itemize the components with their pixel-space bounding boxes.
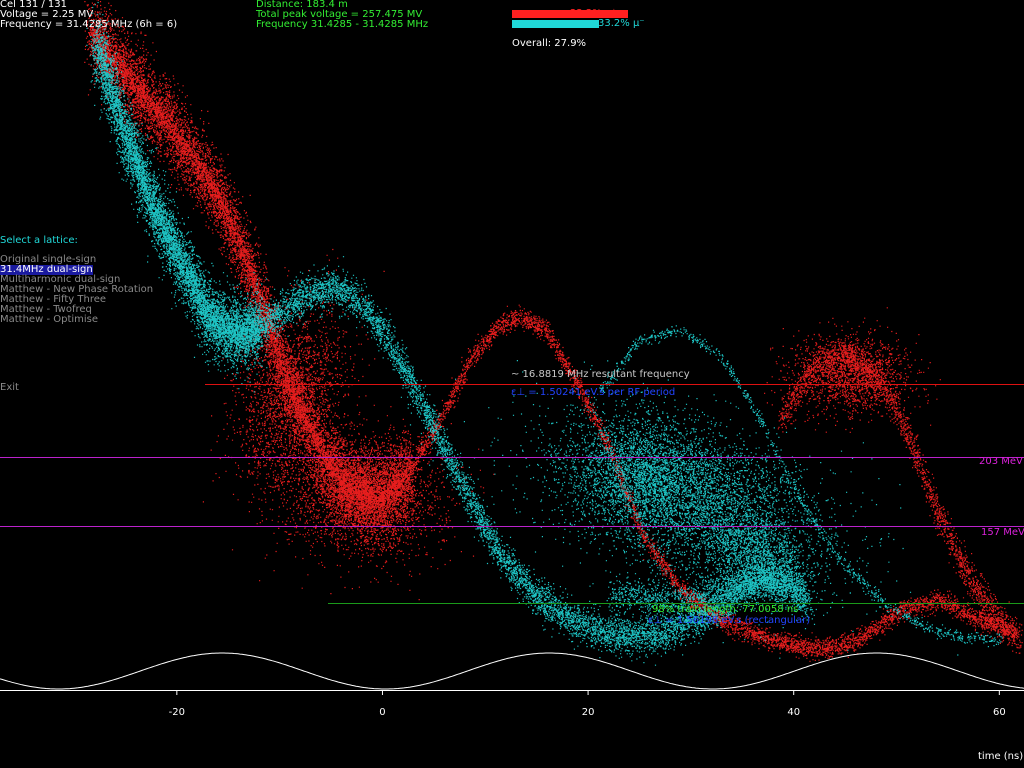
train-length-label: 98% train length: 77.0058 ns [652,604,799,615]
lattice-menu-heading: Select a lattice: [0,235,78,246]
x-tick-label-2: 20 [582,707,595,718]
x-tick-label-3: 40 [787,707,800,718]
lattice-option-6[interactable]: Matthew - Optimise [0,315,98,325]
emittance-rectangular-label: ε⊥ = 1.56198 eV.s (rectangular) [648,615,811,626]
mu-minus-bar [512,20,599,28]
overall-efficiency: Overall: 27.9% [512,38,587,49]
x-tick-label-1: 0 [379,707,385,718]
exit-button[interactable]: Exit [0,383,19,393]
rf-waveform [0,652,1024,690]
x-axis-label: time (ns) [978,751,1024,762]
energy-203-label: 203 MeV [979,456,1023,467]
resultant-frequency-label: ~ 16.8819 MHz resultant frequency [511,369,690,380]
frequency-readout: Frequency = 31.4285 MHz (6h = 6) [0,19,178,30]
phase-space-plot: -20 0 20 40 60 [0,0,1024,718]
frequency-range: Frequency 31.4285 - 31.4285 MHz [256,19,429,30]
x-tick-label-0: -20 [169,707,185,718]
x-tick-label-4: 60 [993,707,1006,718]
mu-minus-efficiency: 33.2% μ⁻ [598,18,645,29]
series-mu-minus-points [86,1,1003,666]
energy-157-label: 157 MeV [981,527,1024,538]
particle-points [84,0,1023,666]
emittance-per-period-label: ε⊥ = 1.50241 eV.s per RF period [511,387,676,398]
